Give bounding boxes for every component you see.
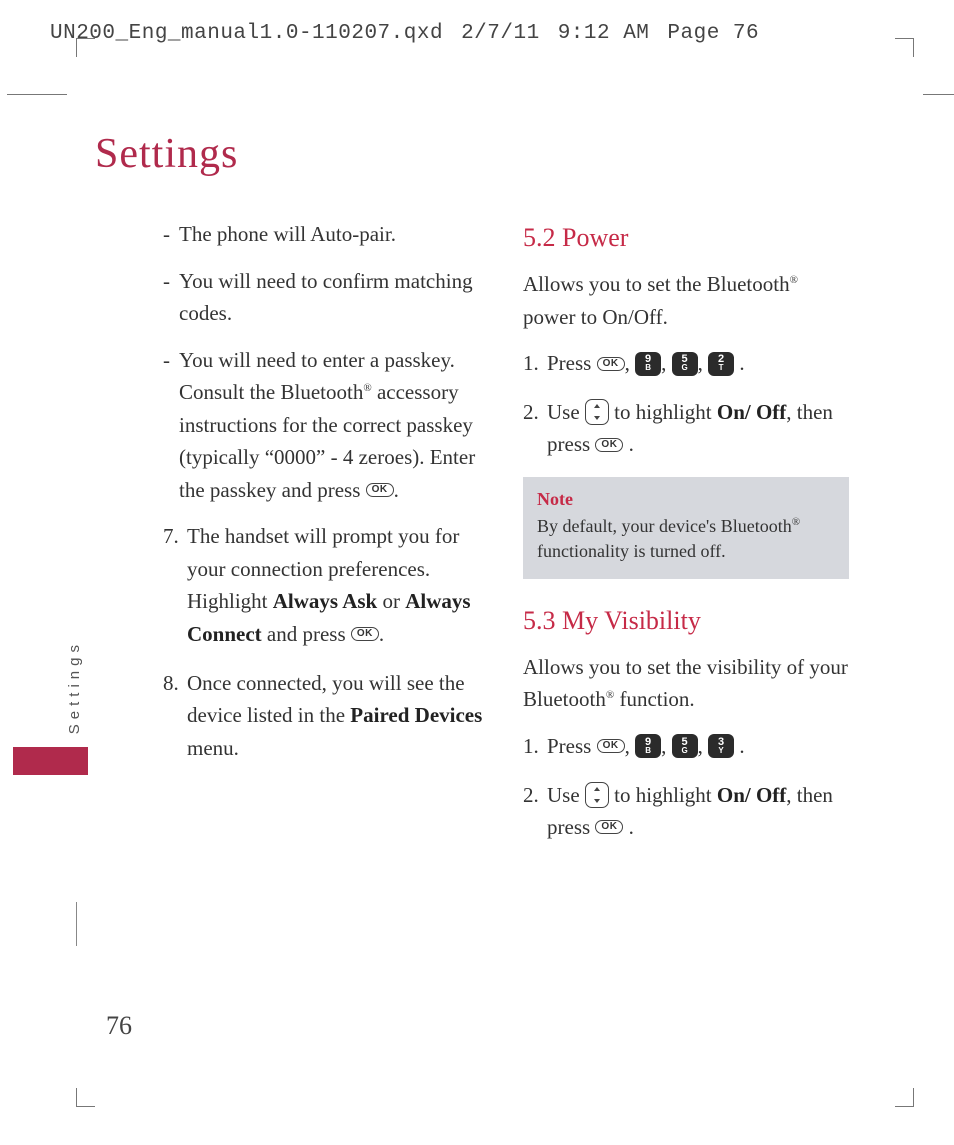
bullet-text: You will need to enter a passkey. Consul… [179, 344, 489, 507]
list-item: 8. Once connected, you will see the devi… [163, 667, 489, 765]
keypad-5-icon: 5G [672, 352, 698, 376]
ok-button-icon: OK [597, 739, 625, 753]
keypad-9-icon: 9B [635, 734, 661, 758]
keypad-3-icon: 3Y [708, 734, 734, 758]
keypad-5-icon: 5G [672, 734, 698, 758]
header-filename: UN200_Eng_manual1.0-110207.qxd [50, 22, 443, 45]
note-box: Note By default, your device's Bluetooth… [523, 477, 849, 579]
list-item: - You will need to confirm matching code… [163, 265, 489, 330]
ok-button-icon: OK [595, 438, 623, 452]
bullet-text: You will need to confirm matching codes. [179, 265, 489, 330]
crop-mark-icon [895, 38, 914, 57]
note-text: By default, your device's Bluetooth® fun… [537, 514, 835, 564]
nav-updown-icon [585, 399, 609, 425]
nav-updown-icon [585, 782, 609, 808]
header-date: 2/7/11 [461, 22, 540, 45]
paragraph: Allows you to set the Bluetooth® power t… [523, 268, 849, 333]
crop-mark-icon [76, 1088, 95, 1107]
left-column: - The phone will Auto-pair. - You will n… [95, 218, 489, 860]
ok-button-icon: OK [351, 627, 379, 641]
ok-button-icon: OK [595, 820, 623, 834]
crop-mark-icon [76, 38, 95, 57]
list-item: 2. Use to highlight On/ Off, then press … [523, 396, 849, 461]
crop-tick-icon [76, 902, 77, 946]
page-title: Settings [95, 130, 894, 178]
ok-button-icon: OK [597, 357, 625, 371]
side-tab-bar [13, 747, 88, 775]
page-number: 76 [106, 1011, 132, 1041]
keypad-9-icon: 9B [635, 352, 661, 376]
side-tab-label: Settings [66, 640, 83, 734]
note-title: Note [537, 487, 835, 512]
list-item: 2. Use to highlight On/ Off, then press … [523, 779, 849, 844]
paragraph: Allows you to set the visibility of your… [523, 651, 849, 716]
list-item: 1. Press OK, 9B, 5G, 2T . [523, 347, 849, 380]
section-heading: 5.3 My Visibility [523, 601, 849, 641]
page-body: Settings Settings - The phone will Auto-… [95, 130, 894, 1085]
header-page: Page 76 [667, 22, 759, 45]
section-heading: 5.2 Power [523, 218, 849, 258]
crop-mark-icon [895, 1088, 914, 1107]
keypad-2-icon: 2T [708, 352, 734, 376]
list-item: - The phone will Auto-pair. [163, 218, 489, 251]
list-item: 7. The handset will prompt you for your … [163, 520, 489, 650]
proof-header: UN200_Eng_manual1.0-110207.qxd 2/7/11 9:… [50, 22, 904, 45]
bullet-text: The phone will Auto-pair. [179, 218, 489, 251]
side-tab: Settings [13, 640, 88, 775]
right-column: 5.2 Power Allows you to set the Bluetoot… [523, 218, 849, 860]
list-item: - You will need to enter a passkey. Cons… [163, 344, 489, 507]
list-item: 1. Press OK, 9B, 5G, 3Y . [523, 730, 849, 763]
header-time: 9:12 AM [558, 22, 650, 45]
ok-button-icon: OK [366, 483, 394, 497]
